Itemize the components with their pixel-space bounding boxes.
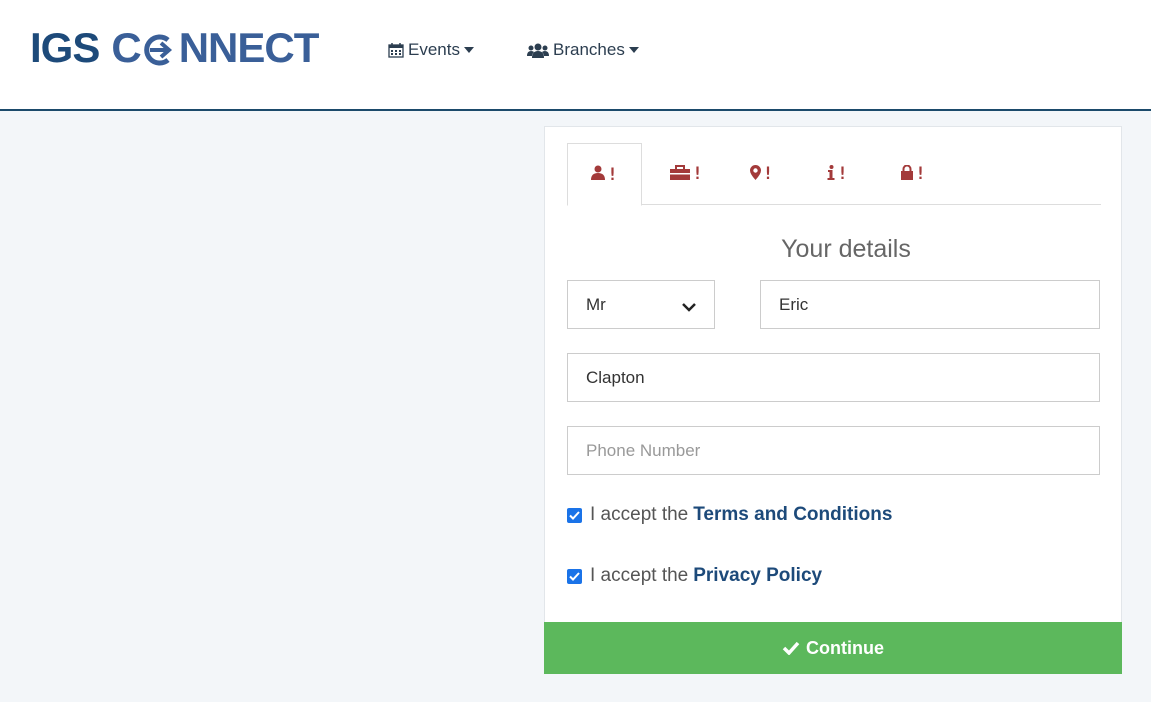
map-marker-icon bbox=[749, 164, 761, 185]
brand-logo[interactable]: IGS C NNECT bbox=[30, 24, 320, 72]
tab-mark: ! bbox=[692, 164, 703, 184]
privacy-link[interactable]: Privacy Policy bbox=[693, 565, 822, 587]
section-title-text: Your details bbox=[781, 235, 911, 263]
nav-events-label: Events bbox=[408, 40, 460, 59]
nav-branches[interactable]: Branches bbox=[527, 38, 639, 62]
tab-mark: ! bbox=[915, 164, 926, 184]
caret-down-icon bbox=[628, 47, 639, 53]
brand-prefix: IGS bbox=[30, 24, 100, 71]
terms-link[interactable]: Terms and Conditions bbox=[693, 504, 892, 526]
chevron-down-icon bbox=[682, 297, 696, 317]
registration-panel: ! ! ! ! ! Your details Mr Eric Clapton P… bbox=[544, 126, 1122, 674]
calendar-icon bbox=[388, 42, 404, 58]
tab-security[interactable]: ! bbox=[876, 143, 951, 205]
tab-location[interactable]: ! bbox=[724, 143, 799, 205]
phone-placeholder: Phone Number bbox=[586, 440, 701, 460]
title-select-value: Mr bbox=[586, 294, 606, 314]
tab-mark: ! bbox=[607, 164, 618, 185]
tab-personal[interactable]: ! bbox=[567, 143, 642, 206]
caret-down-icon bbox=[463, 47, 474, 53]
lock-icon bbox=[901, 164, 914, 185]
privacy-checkbox[interactable] bbox=[567, 568, 582, 584]
nav-branches-label: Branches bbox=[553, 40, 625, 59]
first-name-value: Eric bbox=[779, 294, 809, 314]
terms-prefix: I accept the bbox=[590, 504, 689, 525]
brand-word: C NNECT bbox=[111, 24, 320, 72]
arrow-circle-icon bbox=[142, 30, 178, 66]
brand-word-c: C bbox=[111, 24, 141, 71]
users-icon bbox=[527, 42, 549, 58]
terms-checkbox-row: I accept the Terms and Conditions bbox=[567, 504, 892, 526]
continue-label: Continue bbox=[806, 637, 884, 658]
phone-number-field[interactable]: Phone Number bbox=[567, 426, 1100, 475]
step-tabs: ! ! ! ! ! bbox=[567, 143, 1101, 206]
section-title: Your details bbox=[545, 235, 1123, 264]
tab-mark: ! bbox=[837, 164, 848, 184]
last-name-field[interactable]: Clapton bbox=[567, 353, 1100, 402]
last-name-value: Clapton bbox=[586, 367, 645, 387]
user-icon bbox=[591, 164, 606, 185]
tab-info[interactable]: ! bbox=[800, 143, 875, 205]
continue-button[interactable]: Continue bbox=[544, 622, 1122, 674]
top-navbar: IGS C NNECT Events Branches bbox=[0, 0, 1151, 111]
tab-work[interactable]: ! bbox=[649, 143, 724, 205]
brand-word-rest: NNECT bbox=[178, 24, 320, 71]
privacy-prefix: I accept the bbox=[590, 565, 689, 586]
title-select[interactable]: Mr bbox=[567, 280, 715, 329]
briefcase-icon bbox=[670, 164, 691, 185]
first-name-field[interactable]: Eric bbox=[760, 280, 1100, 329]
terms-checkbox[interactable] bbox=[567, 507, 582, 523]
nav-events[interactable]: Events bbox=[388, 38, 474, 62]
privacy-checkbox-row: I accept the Privacy Policy bbox=[567, 565, 822, 587]
info-icon bbox=[827, 164, 835, 185]
tab-mark: ! bbox=[762, 164, 774, 184]
check-icon bbox=[782, 641, 800, 655]
